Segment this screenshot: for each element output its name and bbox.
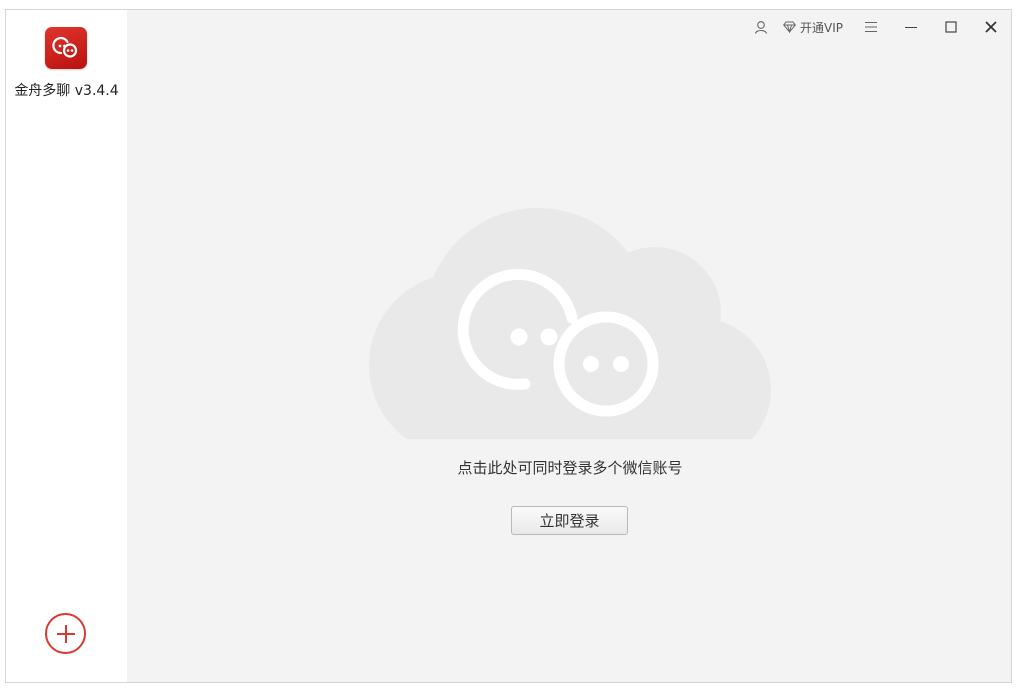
app-window: 金舟多聊 v3.4.4 开通VIP 点击此处可同时登录多个微信账号 立即登录 [5, 9, 1012, 683]
sidebar: 金舟多聊 v3.4.4 [6, 10, 127, 682]
minimize-icon [905, 27, 917, 28]
close-icon [985, 21, 997, 33]
login-prompt-text: 点击此处可同时登录多个微信账号 [457, 459, 683, 477]
minimize-button[interactable] [901, 18, 921, 36]
menu-button[interactable] [861, 18, 881, 36]
open-vip-button[interactable]: 开通VIP [783, 18, 843, 36]
add-account-button[interactable] [45, 613, 86, 654]
login-now-button[interactable]: 立即登录 [511, 506, 628, 535]
titlebar-controls: 开通VIP [751, 18, 1011, 36]
main-area: 开通VIP 点击此处可同时登录多个微信账号 立即登录 [127, 10, 1011, 682]
chat-bubbles-icon [52, 36, 78, 58]
plus-icon [56, 624, 75, 643]
maximize-icon [945, 21, 957, 33]
diamond-icon [783, 21, 796, 33]
vip-label: 开通VIP [800, 20, 843, 35]
user-icon [754, 21, 768, 34]
menu-icon [865, 22, 877, 32]
app-name: 金舟多聊 v3.4.4 [14, 83, 119, 99]
close-button[interactable] [981, 18, 1001, 36]
cloud-illustration [369, 208, 771, 439]
app-logo [45, 27, 87, 69]
maximize-button[interactable] [941, 18, 961, 36]
user-button[interactable] [751, 18, 771, 36]
